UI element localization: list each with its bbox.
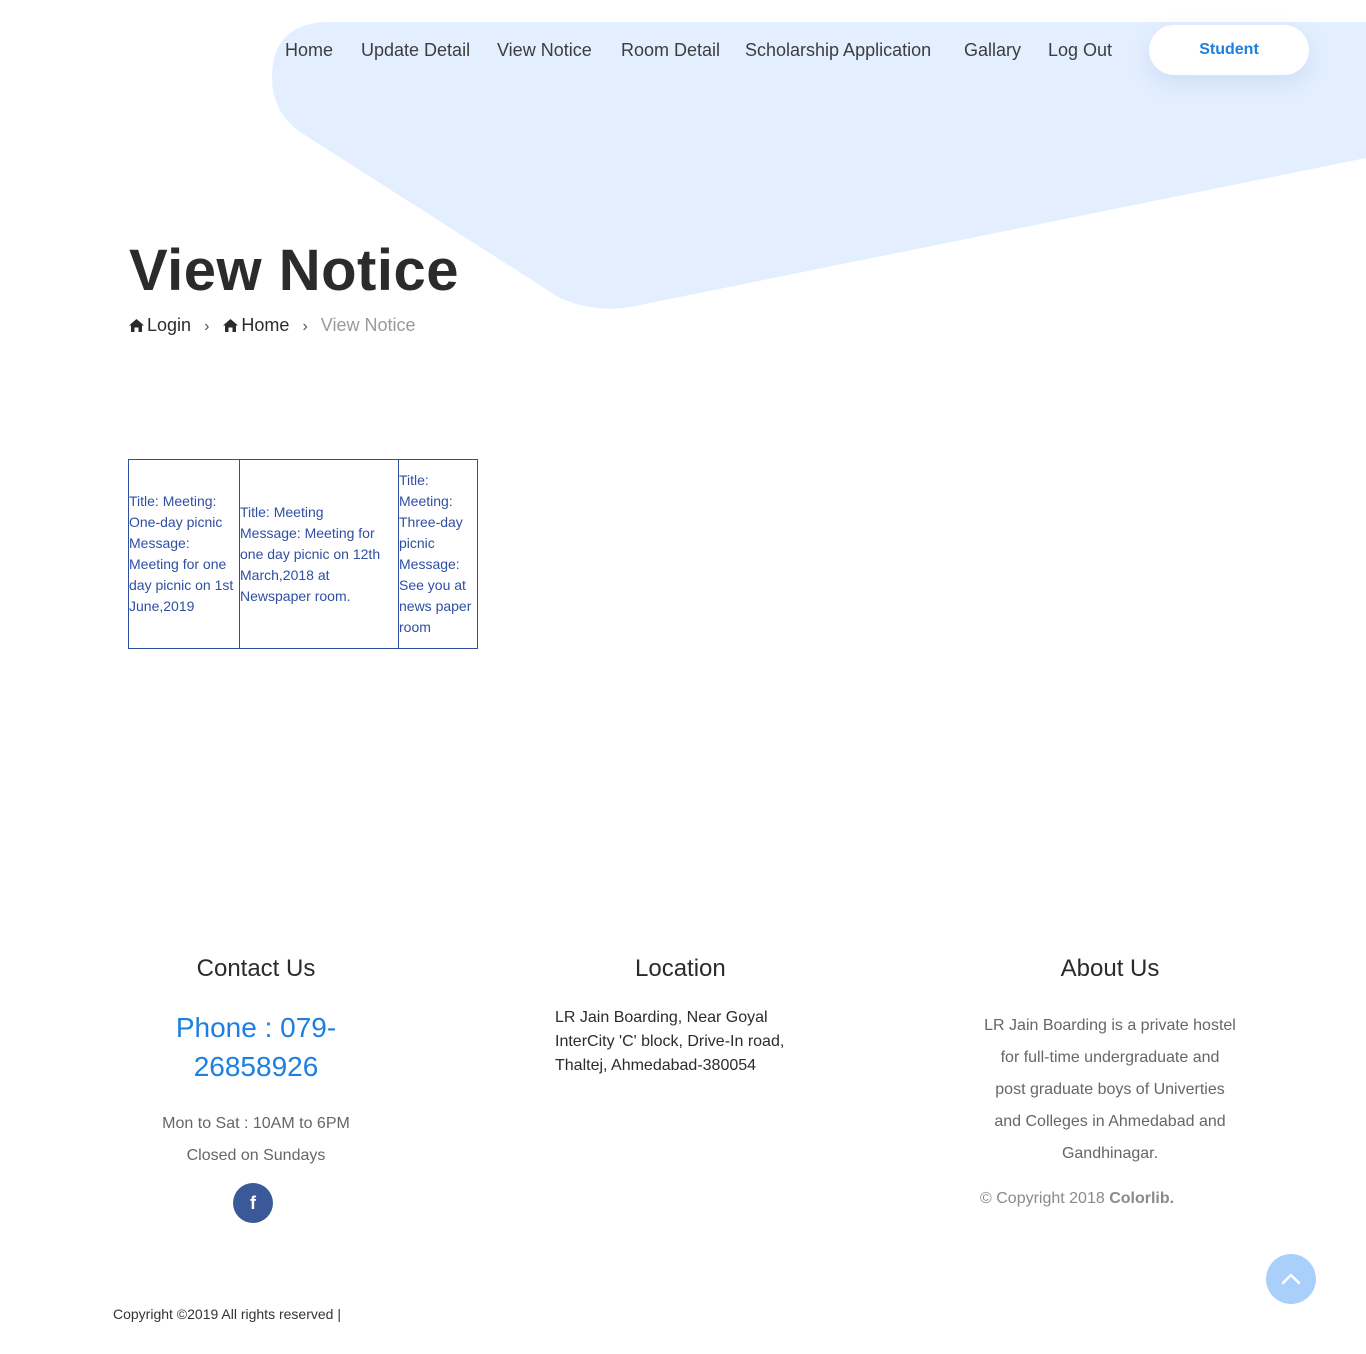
notice-line: Message: Meeting for <box>240 524 375 541</box>
notice-cell: Title: Meeting Message: Meeting for one … <box>239 459 399 649</box>
breadcrumb-login[interactable]: Login <box>128 315 196 335</box>
notice-line: one day picnic on 12th <box>240 545 381 562</box>
copyright-prefix: © Copyright 2018 <box>980 1190 1110 1207</box>
breadcrumb-home-label: Home <box>241 315 290 335</box>
about-line: for full-time undergraduate and <box>1000 1049 1220 1066</box>
notice-line: March,2018 at <box>240 566 330 583</box>
page-title: View Notice <box>129 238 459 303</box>
location-heading: Location <box>635 955 726 982</box>
copyright-brand-link[interactable]: Colorlib. <box>1109 1190 1174 1207</box>
notice-line: Three-day <box>399 514 463 530</box>
contact-phone[interactable]: Phone : 079- 26858926 <box>128 1008 384 1086</box>
home-icon <box>223 319 239 332</box>
nav-view-notice[interactable]: View Notice <box>497 38 592 62</box>
breadcrumb-current: View Notice <box>320 315 416 335</box>
bottom-copyright: Copyright ©2019 All rights reserved | <box>113 1306 341 1322</box>
footer-contact: Contact Us Phone : 079- 26858926 Mon to … <box>128 950 384 1172</box>
notice-line: Message: <box>399 556 460 572</box>
address-line: InterCity 'C' block, Drive-In road, <box>555 1033 785 1050</box>
chevron-right-icon: › <box>302 318 308 335</box>
breadcrumb: Login › Home › View Notice <box>128 313 416 337</box>
nav-scholarship-application[interactable]: Scholarship Application <box>745 38 931 62</box>
notice-line: See you at <box>399 577 466 593</box>
phone-line: Phone : 079- <box>175 1012 337 1043</box>
notice-line: June,2019 <box>129 598 195 614</box>
notice-line: Meeting for one <box>129 556 227 572</box>
nav-home[interactable]: Home <box>285 38 333 62</box>
chevron-up-icon <box>1281 1273 1301 1285</box>
about-line: and Colleges in Ahmedabad and <box>994 1113 1226 1130</box>
footer-about: About Us LR Jain Boarding is a private h… <box>980 950 1240 1208</box>
notice-cell: Title: Meeting: One-day picnic Message: … <box>128 459 240 649</box>
about-line: LR Jain Boarding is a private hostel <box>984 1017 1236 1034</box>
notice-line: room <box>399 619 431 635</box>
address-line: LR Jain Boarding, Near Goyal <box>555 1009 768 1026</box>
about-text: LR Jain Boarding is a private hostel for… <box>980 1010 1240 1170</box>
notice-line: news paper <box>399 598 472 614</box>
nav-update-detail[interactable]: Update Detail <box>361 38 470 62</box>
chevron-right-icon: › <box>204 318 210 335</box>
breadcrumb-login-label: Login <box>147 315 192 335</box>
notice-line: day picnic on 1st <box>129 577 234 593</box>
about-line: Gandhinagar. <box>1061 1145 1159 1162</box>
home-icon <box>129 319 144 332</box>
nav-gallary[interactable]: Gallary <box>964 38 1021 62</box>
student-button[interactable]: Student <box>1149 25 1309 75</box>
nav-log-out[interactable]: Log Out <box>1048 38 1112 62</box>
notice-line: picnic <box>399 535 435 551</box>
about-heading: About Us <box>1060 955 1160 982</box>
address-line: Thaltej, Ahmedabad-380054 <box>555 1057 757 1074</box>
footer-location: Location LR Jain Boarding, Near Goyal In… <box>555 950 811 1078</box>
notice-line: Newspaper room. <box>240 587 351 604</box>
location-address: LR Jain Boarding, Near Goyal InterCity '… <box>555 1006 811 1078</box>
notice-line: Title: <box>399 472 429 488</box>
scroll-to-top-button[interactable] <box>1266 1254 1316 1304</box>
closed-line: Closed on Sundays <box>186 1147 326 1164</box>
notice-line: Title: Meeting: <box>129 493 217 509</box>
contact-heading: Contact Us <box>196 955 316 982</box>
facebook-icon[interactable]: f <box>233 1183 273 1223</box>
phone-line: 26858926 <box>193 1051 319 1082</box>
contact-hours: Mon to Sat : 10AM to 6PM Closed on Sunda… <box>128 1108 384 1172</box>
nav-room-detail[interactable]: Room Detail <box>621 38 720 62</box>
about-copyright: © Copyright 2018 Colorlib. <box>980 1190 1240 1208</box>
about-line: post graduate boys of Univerties <box>995 1081 1225 1098</box>
notice-line: Message: <box>129 535 190 551</box>
notice-line: One-day picnic <box>129 514 223 530</box>
hours-line: Mon to Sat : 10AM to 6PM <box>162 1115 350 1132</box>
notice-line: Title: Meeting <box>240 503 324 520</box>
table-row: Title: Meeting: One-day picnic Message: … <box>128 459 478 649</box>
notice-cell: Title: Meeting: Three-day picnic Message… <box>398 459 478 649</box>
notice-table: Title: Meeting: One-day picnic Message: … <box>128 459 478 649</box>
notice-line: Meeting: <box>399 493 453 509</box>
breadcrumb-home[interactable]: Home <box>222 315 294 335</box>
